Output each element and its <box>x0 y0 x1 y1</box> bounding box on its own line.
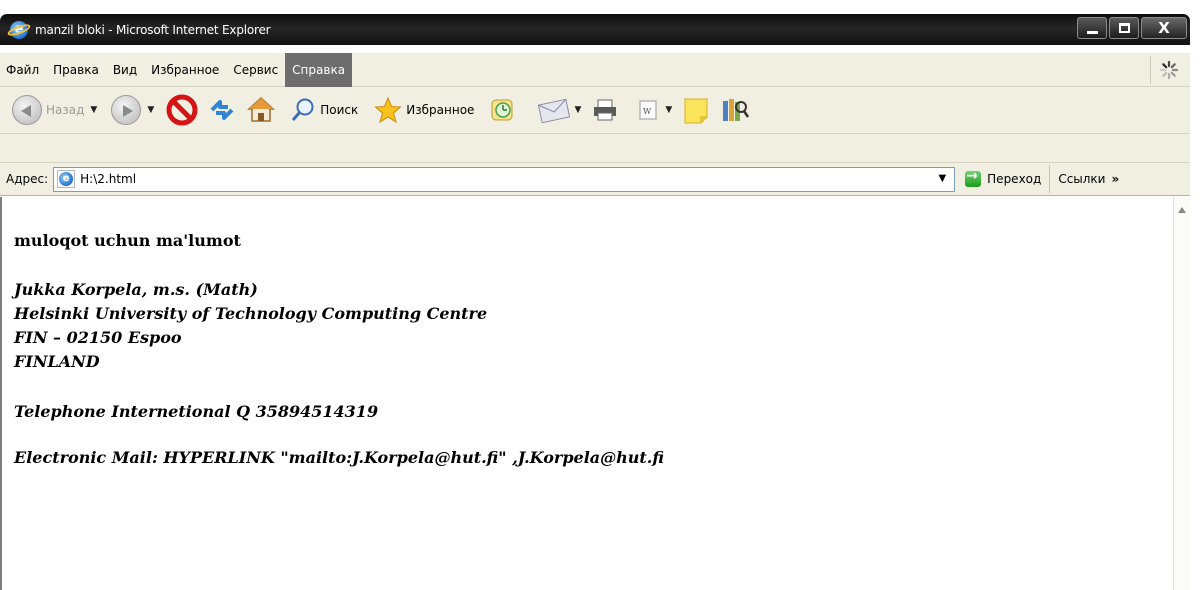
page-content: muloqot uchun ma'lumot Jukka Korpela, m.… <box>14 231 664 467</box>
mail-button[interactable]: ▼ <box>538 90 581 130</box>
address-value[interactable]: H:\2.html <box>80 172 136 186</box>
maximize-icon <box>1119 23 1130 33</box>
page-viewport: muloqot uchun ma'lumot Jukka Korpela, m.… <box>0 197 1190 590</box>
address-line-country: FINLAND <box>14 352 100 371</box>
menu-item-view[interactable]: Вид <box>106 53 144 87</box>
stop-icon <box>166 94 198 126</box>
forward-dropdown-icon[interactable]: ▼ <box>147 105 154 115</box>
email-line: Electronic Mail: HYPERLINK "mailto:J.Kor… <box>14 448 665 467</box>
mail-dropdown-icon[interactable]: ▼ <box>574 105 581 115</box>
history-button[interactable] <box>490 90 516 130</box>
research-button[interactable] <box>720 90 750 130</box>
go-arrow-icon <box>965 168 982 187</box>
forward-button[interactable]: ▼ <box>111 90 154 130</box>
go-button[interactable]: Переход <box>965 165 1051 193</box>
window-controls: X <box>1077 17 1187 39</box>
back-label: Назад <box>46 103 85 117</box>
forward-arrow-icon <box>111 95 142 125</box>
minimize-button[interactable] <box>1077 17 1107 39</box>
search-label: Поиск <box>320 103 359 117</box>
standard-toolbar: Назад ▼ ▼ Поиск Избранное ▼ W ▼ <box>0 87 1190 134</box>
minimize-icon <box>1087 31 1098 34</box>
menu-item-file[interactable]: Файл <box>0 53 46 87</box>
go-label: Переход <box>987 172 1042 186</box>
address-label: Адрес: <box>6 172 49 186</box>
menu-bar: Файл Правка Вид Избранное Сервис Справка <box>0 52 1190 87</box>
telephone-line: Telephone Internetional Q 35894514319 <box>14 402 379 421</box>
back-button[interactable]: Назад ▼ <box>12 90 97 130</box>
close-icon: X <box>1158 19 1170 37</box>
close-button[interactable]: X <box>1141 17 1187 39</box>
refresh-button[interactable] <box>208 90 236 130</box>
menu-item-help[interactable]: Справка <box>285 52 353 87</box>
svg-text:W: W <box>643 107 652 116</box>
address-dropdown-icon[interactable]: ▼ <box>938 173 946 184</box>
address-line-name: Jukka Korpela, m.s. (Math) <box>14 280 258 299</box>
refresh-icon <box>210 100 234 120</box>
favorites-star-icon <box>374 96 403 124</box>
page-heading: muloqot uchun ma'lumot <box>14 231 241 250</box>
edit-dropdown-icon[interactable]: ▼ <box>665 105 672 115</box>
contact-address: Jukka Korpela, m.s. (Math) Helsinki Univ… <box>14 278 664 374</box>
edit-button[interactable]: W ▼ <box>637 90 672 130</box>
home-button[interactable] <box>246 90 276 130</box>
print-icon <box>594 99 617 121</box>
favorites-button[interactable]: Избранное <box>374 90 474 130</box>
title-bar: e manzil bloki - Microsoft Internet Expl… <box>0 14 1190 45</box>
research-books-icon <box>723 99 750 121</box>
address-bar: Адрес: e H:\2.html ▼ Переход Ссылки » <box>0 162 1190 196</box>
home-icon <box>247 96 276 122</box>
back-arrow-icon <box>12 95 42 125</box>
print-button[interactable] <box>591 90 619 130</box>
stop-button[interactable] <box>166 90 198 130</box>
address-line-postal: FIN – 02150 Espoo <box>14 328 182 347</box>
scroll-up-arrow-icon[interactable] <box>1178 207 1186 213</box>
internet-explorer-icon: e <box>6 20 32 39</box>
search-button[interactable]: Поиск <box>290 90 358 130</box>
window-title: manzil bloki - Microsoft Internet Explor… <box>35 22 271 37</box>
mail-icon <box>538 98 571 124</box>
search-icon <box>292 98 314 121</box>
vertical-scrollbar[interactable] <box>1173 197 1190 590</box>
word-edit-icon: W <box>639 100 657 120</box>
chevron-icon[interactable]: » <box>1111 172 1119 186</box>
maximize-button[interactable] <box>1109 17 1139 39</box>
links-button[interactable]: Ссылки <box>1058 172 1105 186</box>
menu-item-tools[interactable]: Сервис <box>226 53 285 87</box>
back-dropdown-icon[interactable]: ▼ <box>90 105 97 115</box>
toolbar-spacer <box>0 134 1190 162</box>
loading-throbber <box>1150 56 1186 84</box>
discuss-button[interactable] <box>682 90 710 130</box>
address-input[interactable]: e H:\2.html ▼ <box>53 166 956 192</box>
throbber-icon <box>1159 60 1179 80</box>
menu-item-favorites[interactable]: Избранное <box>144 53 226 87</box>
page-icon: e <box>57 170 76 188</box>
history-icon <box>491 99 513 121</box>
menu-item-edit[interactable]: Правка <box>46 53 106 87</box>
address-line-organization: Helsinki University of Technology Comput… <box>14 304 488 323</box>
note-icon <box>684 98 708 124</box>
favorites-label: Избранное <box>406 103 475 117</box>
